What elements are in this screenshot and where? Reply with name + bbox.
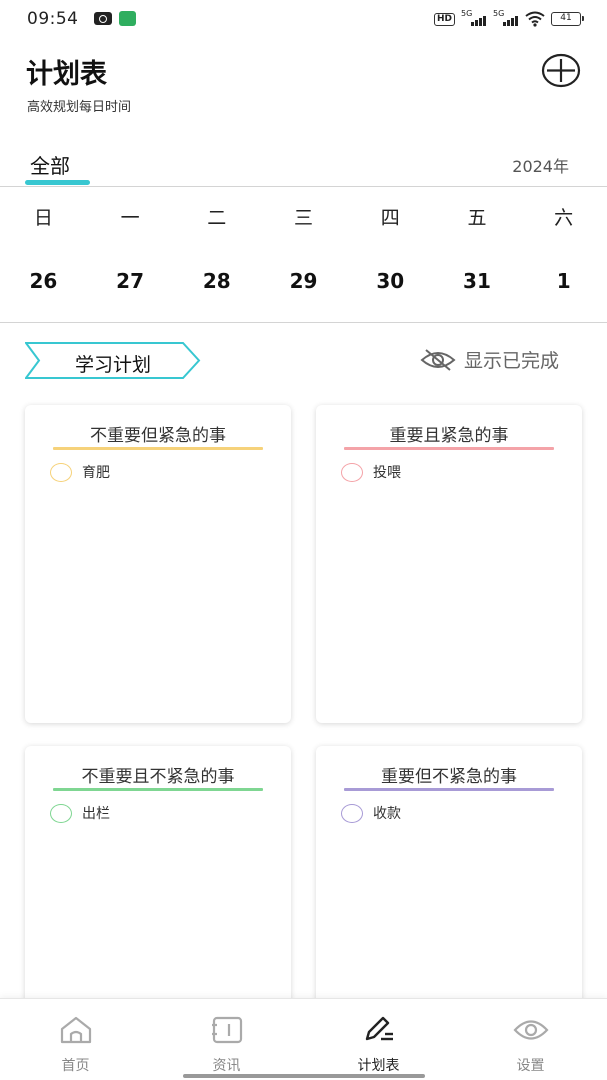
- hd-icon: HD: [433, 12, 455, 26]
- signal-icon: 5G: [493, 9, 519, 27]
- date-row: 26 27 28 29 30 31 1: [0, 269, 607, 293]
- status-bar: 09:54 HD 5G 5G 41: [0, 0, 607, 40]
- quadrant-card-urgent-not-important[interactable]: 不重要但紧急的事 育肥: [25, 405, 291, 723]
- calendar-date[interactable]: 29: [260, 269, 347, 293]
- notification-icon: [94, 12, 112, 25]
- nav-label: 资讯: [212, 1058, 241, 1074]
- quadrant-title: 不重要且不紧急的事: [81, 767, 235, 787]
- nav-item-plan[interactable]: 计划表: [303, 999, 454, 1080]
- settings-icon: [513, 1020, 549, 1040]
- task-label: 收款: [373, 806, 401, 822]
- calendar-date[interactable]: 1: [520, 269, 607, 293]
- weekday-label: 四: [380, 207, 400, 229]
- calendar-date[interactable]: 27: [87, 269, 174, 293]
- quadrant-underline: [344, 788, 554, 791]
- status-time: 09:54: [27, 9, 79, 29]
- year-selector[interactable]: 2024年: [512, 153, 569, 177]
- wifi-icon: [525, 11, 545, 27]
- nav-label: 首页: [61, 1058, 90, 1074]
- quadrant-title: 重要且紧急的事: [389, 426, 509, 446]
- nav-item-home[interactable]: 首页: [0, 999, 151, 1080]
- task-item[interactable]: 育肥: [50, 462, 110, 482]
- weekday-label: 六: [554, 207, 574, 229]
- plus-circle-icon: [541, 53, 581, 88]
- page-title: 计划表: [26, 59, 107, 90]
- page-subtitle: 高效规划每日时间: [27, 100, 132, 115]
- task-label: 出栏: [82, 806, 110, 822]
- quadrant-underline: [53, 447, 263, 450]
- home-icon: [60, 1016, 92, 1044]
- weekday-label: 二: [207, 207, 227, 229]
- quadrant-underline: [53, 788, 263, 791]
- calendar-date[interactable]: 31: [434, 269, 521, 293]
- add-plan-button[interactable]: [541, 53, 581, 88]
- task-item[interactable]: 收款: [341, 803, 401, 823]
- calendar-date[interactable]: 28: [173, 269, 260, 293]
- nav-label: 计划表: [357, 1058, 400, 1074]
- divider: [0, 186, 607, 187]
- nav-label: 设置: [516, 1058, 545, 1074]
- quadrant-title: 不重要但紧急的事: [90, 426, 226, 446]
- show-completed-toggle[interactable]: 显示已完成: [420, 346, 559, 373]
- quadrant-underline: [344, 447, 554, 450]
- task-item[interactable]: 投喂: [341, 462, 401, 482]
- weekday-label: 一: [120, 207, 140, 229]
- calendar-date[interactable]: 30: [347, 269, 434, 293]
- task-label: 投喂: [373, 465, 401, 481]
- plan-category-tag[interactable]: 学习计划: [25, 342, 201, 379]
- edit-plan-icon: [365, 1016, 393, 1041]
- nav-item-news[interactable]: 资讯: [151, 999, 302, 1080]
- nav-item-settings[interactable]: 设置: [455, 999, 606, 1080]
- calendar-date[interactable]: 26: [0, 269, 87, 293]
- task-checkbox[interactable]: [50, 462, 72, 482]
- quadrant-title: 重要但不紧急的事: [381, 767, 517, 787]
- task-checkbox[interactable]: [341, 803, 363, 823]
- plan-tag-label: 学习计划: [74, 354, 151, 376]
- home-indicator[interactable]: [183, 1074, 425, 1078]
- task-label: 育肥: [82, 465, 110, 481]
- weekday-row: 日 一 二 三 四 五 六: [0, 203, 607, 230]
- news-icon: [212, 1016, 243, 1044]
- signal-icon: 5G: [461, 9, 487, 27]
- task-checkbox[interactable]: [341, 462, 363, 482]
- status-indicators: HD 5G 5G 41: [433, 9, 584, 28]
- battery-icon: 41: [551, 12, 584, 26]
- app-notification-icon: [119, 11, 136, 26]
- bottom-nav: 首页 资讯 计划表 设置: [0, 998, 607, 1080]
- quadrant-card-urgent-important[interactable]: 重要且紧急的事 投喂: [316, 405, 582, 723]
- task-checkbox[interactable]: [50, 803, 72, 823]
- divider: [0, 322, 607, 323]
- weekday-label: 三: [294, 207, 314, 229]
- task-item[interactable]: 出栏: [50, 803, 110, 823]
- tab-all[interactable]: 全部: [30, 150, 70, 179]
- weekday-label: 五: [467, 207, 487, 229]
- eye-off-icon: [420, 348, 456, 371]
- weekday-label: 日: [33, 207, 53, 229]
- show-completed-label: 显示已完成: [464, 350, 560, 372]
- tab-indicator: [25, 180, 90, 185]
